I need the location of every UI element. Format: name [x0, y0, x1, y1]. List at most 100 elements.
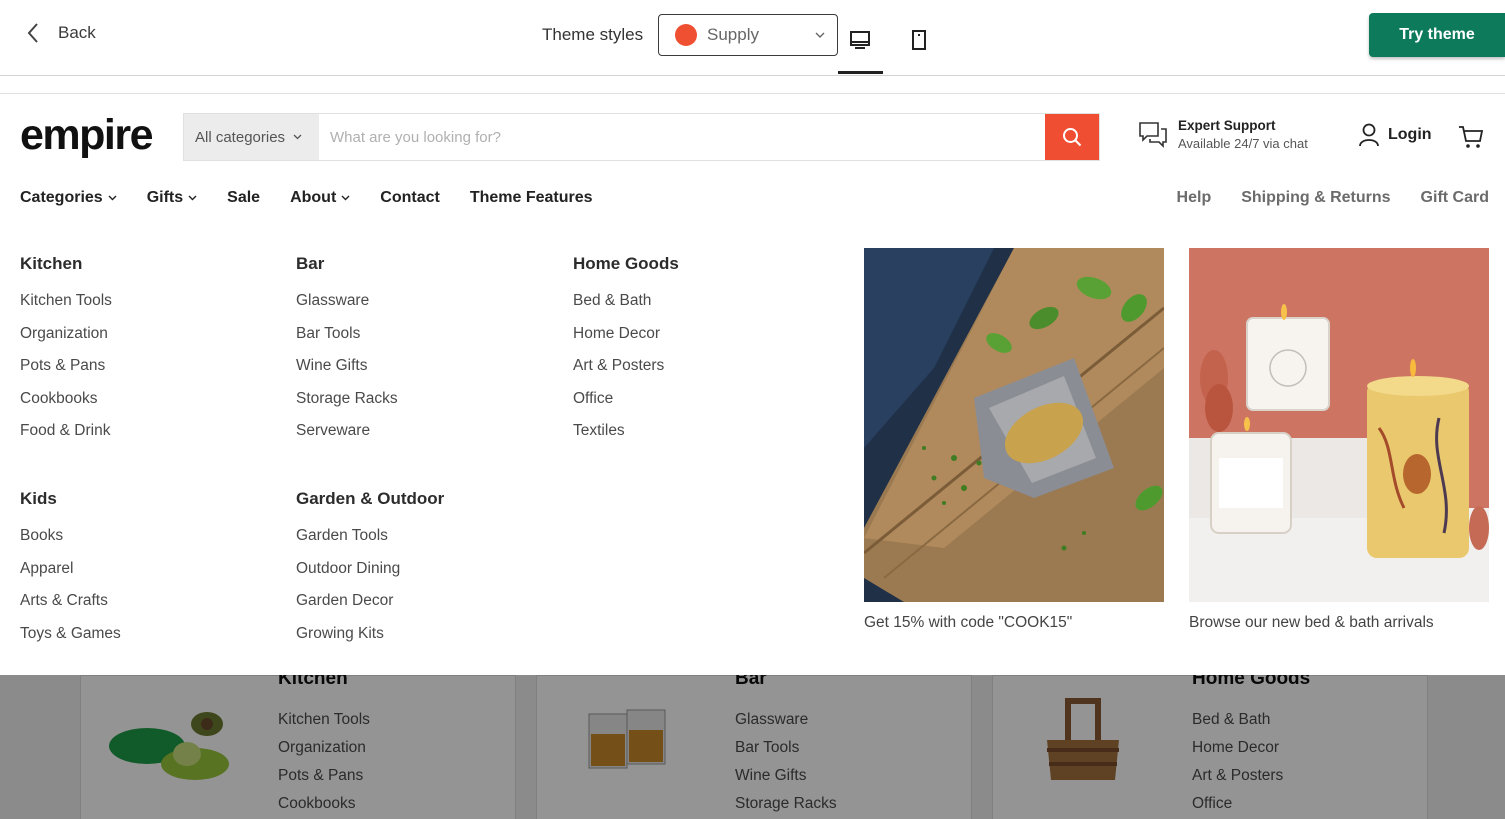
- nav-gifts-label: Gifts: [146, 189, 184, 206]
- search-category-label: All categories: [195, 128, 286, 146]
- promo-kitchen[interactable]: Get 15% with code "COOK15": [864, 248, 1164, 632]
- menu-link[interactable]: Arts & Crafts: [20, 592, 121, 625]
- menu-heading[interactable]: Home Goods: [573, 254, 679, 274]
- search-bar: All categories: [183, 113, 1100, 161]
- login-label: Login: [1388, 126, 1432, 143]
- theme-preview-bar: Back Theme styles Supply Try theme: [0, 0, 1505, 76]
- menu-link[interactable]: Bar Tools: [296, 325, 398, 358]
- menu-link[interactable]: Office: [573, 390, 679, 423]
- menu-link[interactable]: Wine Gifts: [296, 357, 398, 390]
- page-content-behind-menu: Kitchen Kitchen Tools Organization Pots …: [0, 675, 1505, 819]
- whiskey-glasses-image: [588, 709, 666, 769]
- desktop-view-button[interactable]: [848, 26, 872, 54]
- menu-link[interactable]: Food & Drink: [20, 422, 112, 455]
- back-button[interactable]: Back: [26, 22, 96, 44]
- nav-theme-features[interactable]: Theme Features: [470, 189, 593, 207]
- card-link[interactable]: Art & Posters: [1192, 767, 1283, 785]
- mobile-icon: [912, 30, 926, 50]
- promo-caption: Browse our new bed & bath arrivals: [1189, 614, 1434, 631]
- menu-link[interactable]: Cookbooks: [20, 390, 112, 423]
- card-link[interactable]: Kitchen Tools: [278, 711, 370, 729]
- menu-link[interactable]: Toys & Games: [20, 625, 121, 658]
- category-card-home-goods[interactable]: Home Goods Bed & Bath Home Decor Art & P…: [992, 675, 1428, 819]
- chevron-down-icon: [341, 195, 350, 201]
- search-button[interactable]: [1045, 114, 1099, 160]
- nav-shipping-returns[interactable]: Shipping & Returns: [1241, 189, 1390, 207]
- nav-categories[interactable]: Categories: [20, 189, 117, 207]
- theme-style-select[interactable]: Supply: [658, 14, 838, 56]
- menu-link[interactable]: Storage Racks: [296, 390, 398, 423]
- nav-contact-label: Contact: [380, 189, 440, 206]
- menu-link[interactable]: Garden Decor: [296, 592, 444, 625]
- menu-heading[interactable]: Bar: [296, 254, 398, 274]
- chevron-down-icon: [188, 195, 197, 201]
- chevron-down-icon: [815, 32, 825, 38]
- nav-gift-card[interactable]: Gift Card: [1421, 189, 1489, 207]
- menu-link[interactable]: Outdoor Dining: [296, 560, 444, 593]
- menu-link[interactable]: Pots & Pans: [20, 357, 112, 390]
- menu-column-kitchen: Kitchen Kitchen Tools Organization Pots …: [20, 254, 112, 455]
- card-link[interactable]: Wine Gifts: [735, 767, 806, 785]
- card-link[interactable]: Office: [1192, 795, 1232, 813]
- nav-about-label: About: [290, 189, 337, 206]
- login-link[interactable]: Login: [1358, 123, 1432, 147]
- cart-button[interactable]: [1458, 124, 1484, 155]
- search-icon: [1063, 128, 1082, 147]
- cart-icon: [1459, 126, 1484, 148]
- search-input[interactable]: [319, 114, 1045, 160]
- menu-heading[interactable]: Garden & Outdoor: [296, 489, 444, 509]
- nav-contact[interactable]: Contact: [380, 189, 440, 207]
- card-link[interactable]: Bed & Bath: [1192, 711, 1270, 729]
- category-card-bar[interactable]: Bar Glassware Bar Tools Wine Gifts Stora…: [536, 675, 972, 819]
- chat-icon: [1139, 121, 1167, 148]
- desktop-icon: [850, 31, 870, 49]
- card-link[interactable]: Organization: [278, 739, 366, 757]
- chevron-left-icon: [27, 23, 38, 43]
- theme-selected-value: Supply: [707, 25, 759, 44]
- menu-link[interactable]: Books: [20, 527, 121, 560]
- preview-divider: [0, 76, 1505, 94]
- menu-link[interactable]: Kitchen Tools: [20, 292, 112, 325]
- menu-heading[interactable]: Kids: [20, 489, 121, 509]
- promo-bed-bath[interactable]: Browse our new bed & bath arrivals: [1189, 248, 1489, 632]
- category-card-kitchen[interactable]: Kitchen Kitchen Tools Organization Pots …: [80, 675, 516, 819]
- card-title: Kitchen: [278, 675, 348, 689]
- menu-column-garden-outdoor: Garden & Outdoor Garden Tools Outdoor Di…: [296, 489, 444, 657]
- wooden-crate-image: [1047, 698, 1119, 780]
- nav-help[interactable]: Help: [1177, 189, 1212, 207]
- menu-link[interactable]: Organization: [20, 325, 112, 358]
- card-link[interactable]: Home Decor: [1192, 739, 1279, 757]
- try-theme-button[interactable]: Try theme: [1369, 13, 1505, 57]
- menu-link[interactable]: Growing Kits: [296, 625, 444, 658]
- card-link[interactable]: Bar Tools: [735, 739, 799, 757]
- theme-color-swatch: [675, 24, 697, 46]
- card-link[interactable]: Storage Racks: [735, 795, 837, 813]
- menu-link[interactable]: Serveware: [296, 422, 398, 455]
- card-link[interactable]: Glassware: [735, 711, 808, 729]
- theme-styles-label: Theme styles: [542, 25, 644, 44]
- secondary-nav: Help Shipping & Returns Gift Card: [1177, 189, 1489, 207]
- avocado-saver-image: [109, 712, 229, 780]
- nav-gifts[interactable]: Gifts: [147, 189, 197, 207]
- menu-link[interactable]: Apparel: [20, 560, 121, 593]
- chevron-down-icon: [293, 134, 302, 140]
- nav-theme-features-label: Theme Features: [469, 189, 593, 206]
- menu-heading[interactable]: Kitchen: [20, 254, 112, 274]
- menu-link[interactable]: Glassware: [296, 292, 398, 325]
- menu-link[interactable]: Bed & Bath: [573, 292, 679, 325]
- nav-sale[interactable]: Sale: [227, 189, 260, 207]
- menu-column-home-goods: Home Goods Bed & Bath Home Decor Art & P…: [573, 254, 679, 455]
- mobile-view-button[interactable]: [907, 26, 931, 54]
- expert-support[interactable]: Expert Support Available 24/7 via chat: [1138, 118, 1308, 151]
- nav-categories-label: Categories: [20, 189, 103, 206]
- store-logo[interactable]: empire: [20, 111, 154, 160]
- card-link[interactable]: Cookbooks: [278, 795, 356, 813]
- search-category-select[interactable]: All categories: [184, 114, 319, 160]
- menu-link[interactable]: Art & Posters: [573, 357, 679, 390]
- menu-link[interactable]: Textiles: [573, 422, 679, 455]
- nav-about[interactable]: About: [290, 189, 350, 207]
- menu-link[interactable]: Garden Tools: [296, 527, 444, 560]
- user-icon: [1359, 123, 1379, 147]
- menu-link[interactable]: Home Decor: [573, 325, 679, 358]
- card-link[interactable]: Pots & Pans: [278, 767, 363, 785]
